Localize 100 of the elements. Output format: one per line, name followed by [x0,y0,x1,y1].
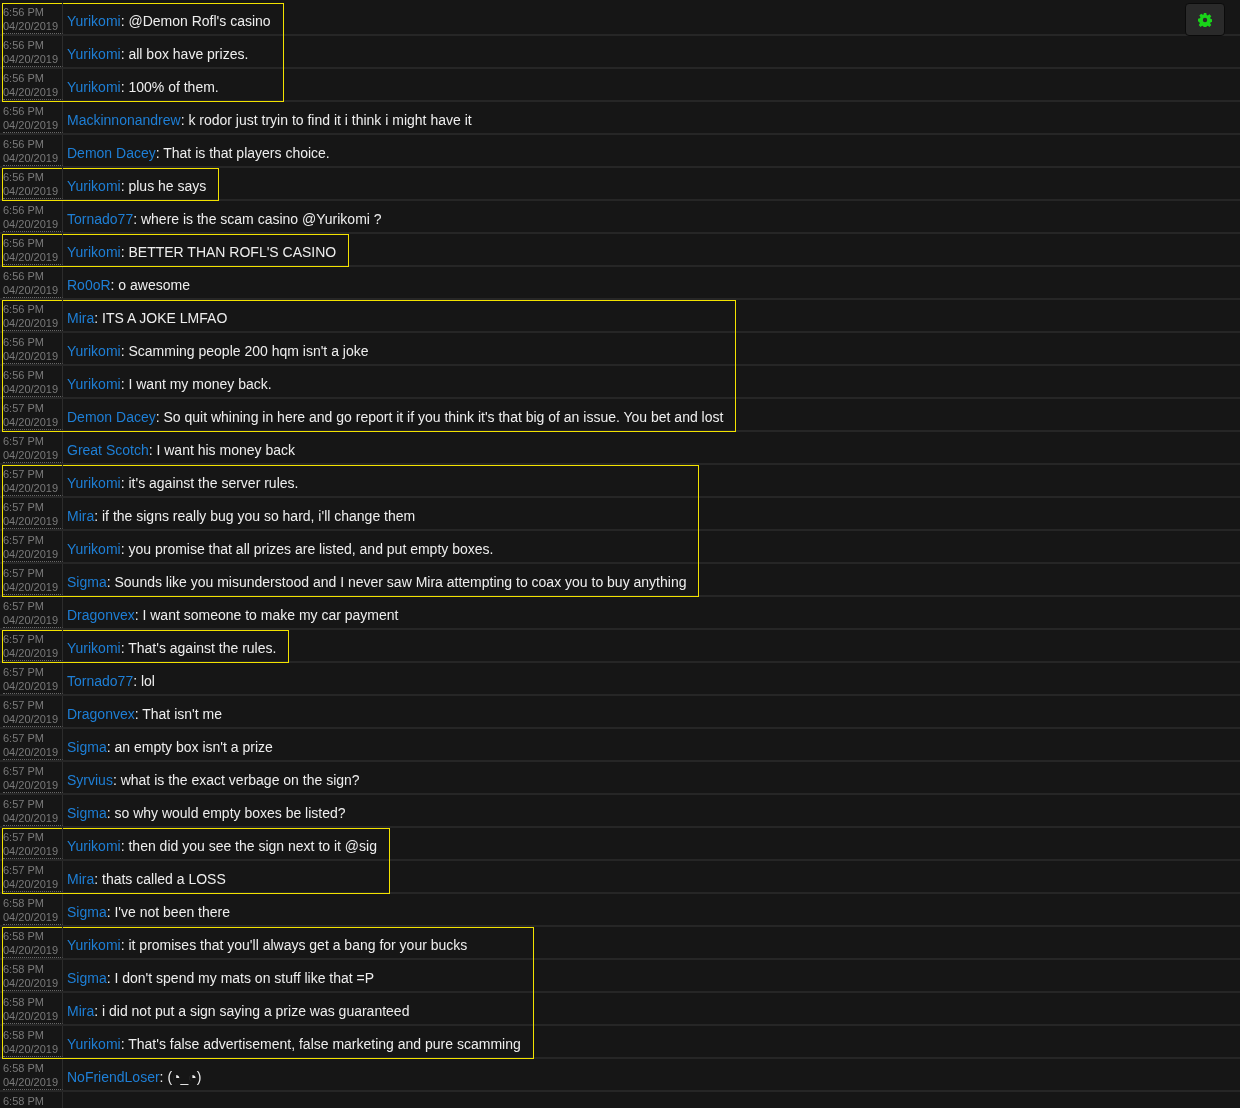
message-date: 04/20/2019 [3,679,60,693]
username-link[interactable]: Sigma [67,805,107,821]
message-text: : ITS A JOKE LMFAO [94,310,228,326]
username-link[interactable]: Demon Dacey [67,145,156,161]
message-time: 6:57 PM [3,467,45,481]
username-link[interactable]: Demon Dacey [67,409,156,425]
message-date: 04/20/2019 [3,19,60,33]
username-link[interactable]: Mackinnonandrew [67,112,181,128]
message-text: : where is the scam casino @Yurikomi ? [133,211,382,227]
message-date: 04/20/2019 [3,448,60,462]
username-link[interactable]: Yurikomi [67,79,121,95]
message-date: 04/20/2019 [3,712,60,726]
username-link[interactable]: Yurikomi [67,937,121,953]
message-text: : what is the exact verbage on the sign? [112,772,360,788]
username-link[interactable]: Yurikomi [67,13,121,29]
username-link[interactable]: NoFriendLoser [67,1069,160,1085]
message-time: 6:56 PM [3,236,45,250]
username-link[interactable]: Yurikomi [67,475,121,491]
message-time: 6:56 PM [3,71,45,85]
message-time: 6:58 PM [3,962,45,976]
message-time: 6:56 PM [3,269,45,283]
message-time: 6:56 PM [3,137,45,151]
message-time: 6:56 PM [3,335,45,349]
message-text: : if the signs really bug you so hard, i'll change them [94,508,416,524]
message-text: : i did not put a sign saying a prize was guaranteed [94,1003,410,1019]
message-time: 6:57 PM [3,731,45,745]
settings-icon [1198,12,1212,27]
username-link[interactable]: Sigma [67,739,107,755]
username-link[interactable]: Yurikomi [67,640,121,656]
message-time: 6:57 PM [3,830,45,844]
message-time: 6:56 PM [3,38,45,52]
message-time: 6:57 PM [3,698,45,712]
message-text: : k rodor just tryin to find it i think i might have it [180,112,472,128]
username-link[interactable]: Yurikomi [67,376,121,392]
username-link[interactable]: Sigma [67,574,107,590]
message-time: 6:57 PM [3,533,45,547]
message-text: : So quit whining in here and go report it if you think it's that big of an issue. You bet and lost [155,409,724,425]
username-link[interactable]: Yurikomi [67,244,121,260]
message-date: 04/20/2019 [3,844,60,858]
message-text: : so why would empty boxes be listed? [106,805,346,821]
message-date: 04/20/2019 [3,52,60,66]
username-link[interactable]: Sigma [67,904,107,920]
message-date: 04/20/2019 [3,778,60,792]
username-link[interactable]: Sigma [67,970,107,986]
username-link[interactable]: Ro0oR [67,277,111,293]
message-text: : an empty box isn't a prize [106,739,273,755]
username-link[interactable]: Syrvius [67,772,113,788]
message-time: 6:58 PM [3,929,45,943]
message-text: : I want my money back. [120,376,272,392]
message-date: 04/20/2019 [3,1042,60,1056]
message-time: 6:56 PM [3,170,45,184]
message-time: 6:57 PM [3,500,45,514]
message-text: : That isn't me [134,706,222,722]
message-time: 6:56 PM [3,368,45,382]
message-text: : Sounds like you misunderstood and I never saw Mira attempting to coax you to buy anything [106,574,687,590]
message-text: : then did you see the sign next to it @sig [120,838,377,854]
message-date: 04/20/2019 [3,316,60,330]
message-date: 04/20/2019 [3,118,60,132]
message-time: 6:57 PM [3,797,45,811]
message-time: 6:57 PM [3,764,45,778]
message-time: 6:57 PM [3,665,45,679]
message-time: 6:56 PM [3,302,45,316]
message-date: 04/20/2019 [3,382,60,396]
username-link[interactable]: Yurikomi [67,178,121,194]
username-link[interactable]: Dragonvex [67,706,135,722]
message-text: : I want his money back [148,442,295,458]
message-text: : I want someone to make my car payment [134,607,399,623]
message-text: : Scamming people 200 hqm isn't a joke [120,343,369,359]
message-date: 04/20/2019 [3,877,60,891]
settings-button[interactable] [1185,3,1225,36]
username-link[interactable]: Yurikomi [67,343,121,359]
username-link[interactable]: Dragonvex [67,607,135,623]
message-time: 6:57 PM [3,632,45,646]
message-date: 04/20/2019 [3,250,60,264]
message-time: 6:56 PM [3,203,45,217]
message-text: : all box have prizes. [120,46,249,62]
message-date: 04/20/2019 [3,514,60,528]
message-time: 6:58 PM [3,1028,45,1042]
message-time: 6:58 PM [3,995,45,1009]
message-time: 6:56 PM [3,104,45,118]
message-date: 04/20/2019 [3,976,60,990]
username-link[interactable]: Yurikomi [67,541,121,557]
message-date: 04/20/2019 [3,1009,60,1023]
username-link[interactable]: Great Scotch [67,442,149,458]
message-date: 04/20/2019 [3,613,60,627]
message-text: : I don't spend my mats on stuff like that =P [106,970,375,986]
message-text: : That is that players choice. [155,145,330,161]
message-date: 04/20/2019 [3,481,60,495]
message-date: 04/20/2019 [3,745,60,759]
message-text: : 100% of them. [120,79,219,95]
username-link[interactable]: Yurikomi [67,46,121,62]
username-link[interactable]: Yurikomi [67,1036,121,1052]
message-text: : it promises that you'll always get a bang for your bucks [120,937,468,953]
message-date: 04/20/2019 [3,580,60,594]
message-time: 6:57 PM [3,599,45,613]
message-text: : thats called a LOSS [94,871,226,887]
message-text: : @Demon Rofl's casino [120,13,271,29]
message-text: : it's against the server rules. [120,475,299,491]
username-link[interactable]: Yurikomi [67,838,121,854]
message-text: : (◔_◔) [159,1069,202,1085]
